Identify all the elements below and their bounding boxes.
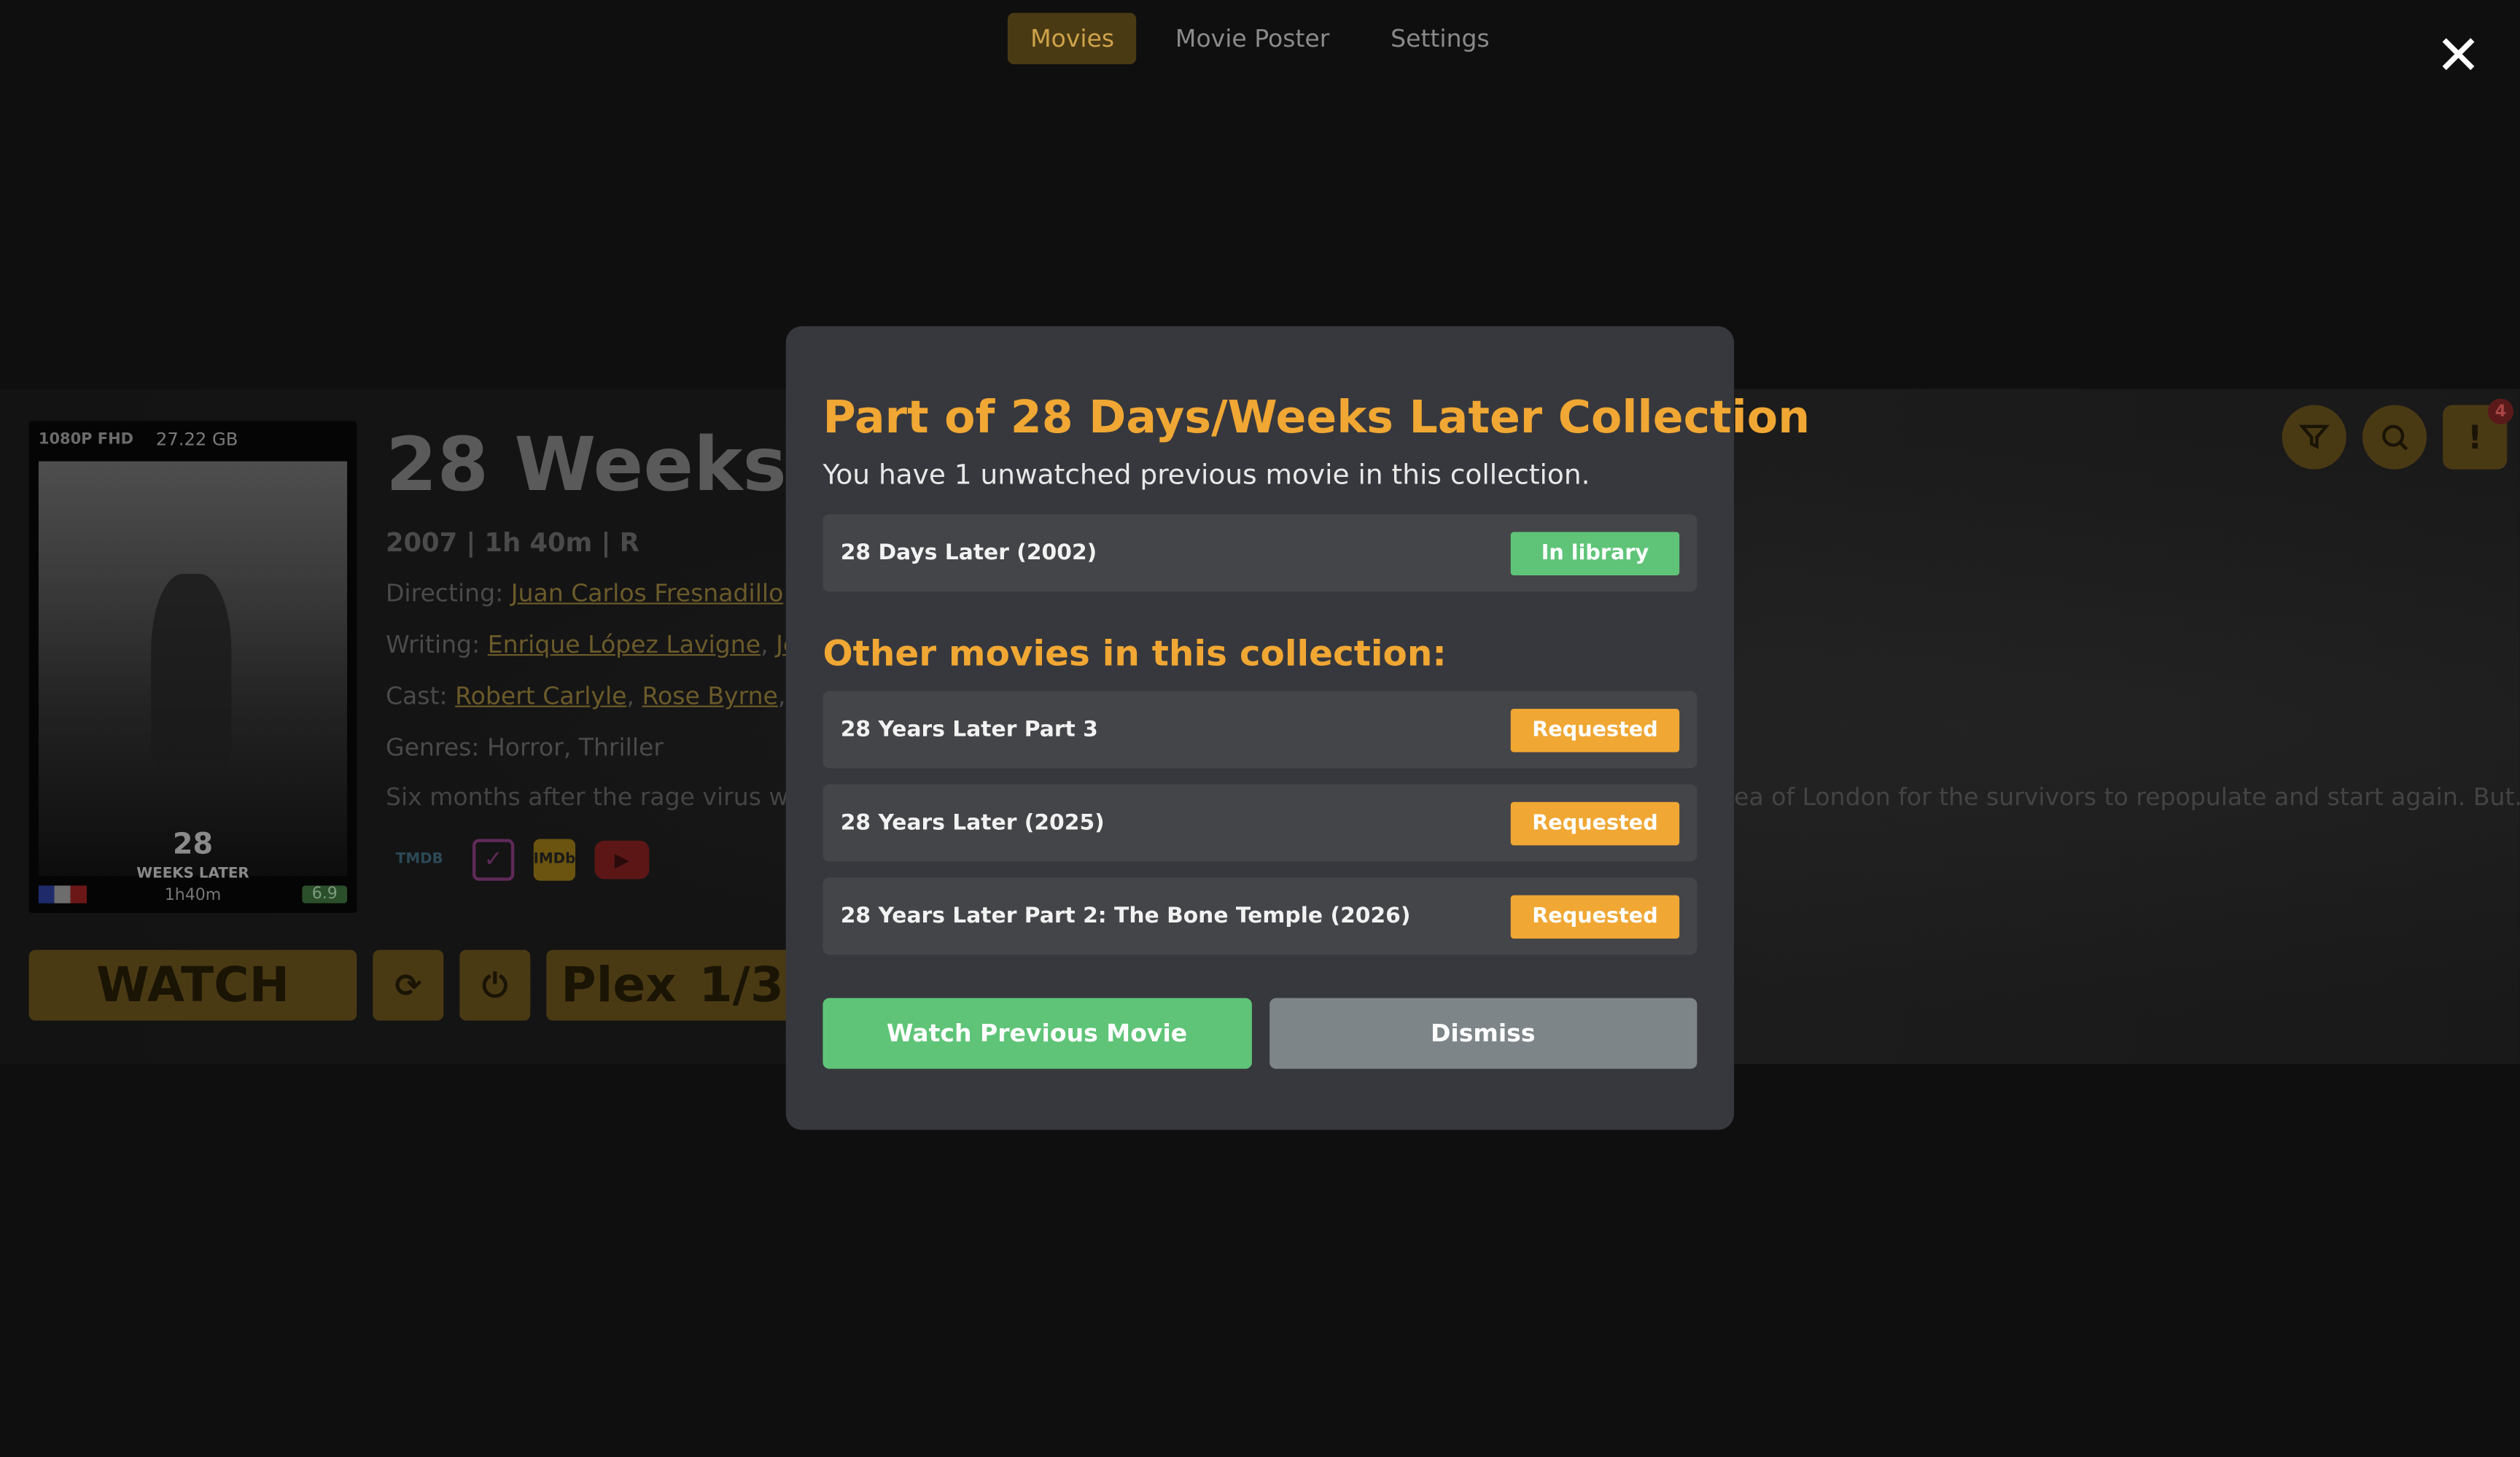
rating-badge: 6.9 (302, 885, 348, 904)
checkbox-icon[interactable]: ✓ (472, 839, 515, 881)
watch-button[interactable]: WATCH (28, 949, 357, 1021)
status-badge: Requested (1510, 707, 1680, 752)
cast-line: Cast: Robert Carlyle, Rose Byrne, Je (386, 681, 815, 710)
modal-actions: Watch Previous Movie Dismiss (822, 998, 1698, 1069)
top-nav: Movies Movie Poster Settings (0, 12, 2520, 65)
youtube-icon[interactable]: ▶ (594, 840, 650, 879)
movie-poster[interactable]: 1080P FHD 27.22 GB 28 WEEKS LATER 1h40m … (28, 421, 357, 913)
poster-info: 1080P FHD 27.22 GB (39, 429, 347, 450)
poster-title-number: 28 (172, 828, 214, 862)
filter-icon[interactable] (2282, 405, 2346, 470)
notifications-icon[interactable]: ! 4 (2443, 398, 2514, 470)
tab-settings[interactable]: Settings (1368, 13, 1512, 65)
search-icon[interactable] (2362, 405, 2427, 470)
director-link[interactable]: Juan Carlos Fresnadillo (511, 578, 784, 607)
action-bar: WATCH ⟳ ⏻ Plex 1/3 (28, 949, 804, 1021)
collection-modal: Part of 28 Days/Weeks Later Collection Y… (785, 326, 1811, 1130)
synopsis-right: ea of London for the survivors to repopu… (1734, 782, 2520, 812)
cast-label: Cast: (385, 681, 448, 711)
close-icon[interactable]: ✕ (2435, 29, 2481, 84)
directing-line: Directing: Juan Carlos Fresnadillo (386, 578, 783, 607)
power-icon[interactable]: ⏻ (459, 949, 531, 1021)
movie-name: 28 Years Later (2025) (840, 809, 1105, 836)
modal-title: Part of 28 Days/Weeks Later Collection (822, 390, 1811, 444)
status-badge: In library (1510, 531, 1680, 575)
list-item: 28 Days Later (2002) In library (822, 514, 1698, 592)
notification-badge: 4 (2487, 398, 2514, 424)
genres-line: Genres: Horror, Thriller (385, 733, 664, 762)
poster-image (38, 461, 348, 877)
cast-link-1[interactable]: Robert Carlyle (455, 681, 626, 710)
status-badge: Requested (1510, 801, 1680, 845)
plex-label: Plex (561, 957, 677, 1014)
movie-name: 28 Days Later (2002) (840, 540, 1097, 566)
synopsis-left: Six months after the rage virus was (385, 782, 816, 812)
list-item: 28 Years Later Part 3 Requested (822, 691, 1698, 769)
movie-meta: 2007 | 1h 40m | R (385, 527, 639, 558)
movie-name: 28 Years Later Part 2: The Bone Temple (… (840, 903, 1411, 929)
directing-label: Directing: (385, 578, 504, 608)
writing-line: Writing: Enrique López Lavigne, Je (386, 630, 798, 659)
tab-movies[interactable]: Movies (1008, 12, 1138, 65)
cast-link-2[interactable]: Rose Byrne (642, 681, 778, 710)
imdb-icon[interactable]: IMDb (533, 839, 575, 881)
writer-link[interactable]: Enrique López Lavigne (488, 630, 761, 659)
plex-button[interactable]: Plex 1/3 (546, 949, 804, 1021)
tab-movie-poster[interactable]: Movie Poster (1153, 13, 1352, 65)
status-badge: Requested (1510, 894, 1680, 939)
tmdb-icon[interactable]: TMDB (386, 839, 454, 880)
writing-label: Writing: (385, 629, 481, 659)
refresh-icon[interactable]: ⟳ (373, 949, 444, 1021)
other-movies-heading: Other movies in this collection: (822, 634, 1447, 675)
top-right-icons: ! 4 (2282, 398, 2514, 470)
movie-name: 28 Years Later Part 3 (840, 716, 1098, 743)
resolution-label: 1080P FHD (38, 430, 134, 448)
dismiss-button[interactable]: Dismiss (1269, 998, 1698, 1069)
list-item: 28 Years Later (2025) Requested (822, 784, 1698, 862)
plex-count: 1/3 (699, 957, 784, 1014)
watch-previous-button[interactable]: Watch Previous Movie (822, 998, 1251, 1069)
app-root: Movies Movie Poster Settings ✕ 1080P FHD… (0, 0, 2520, 1457)
file-size: 27.22 GB (155, 429, 238, 451)
external-links: TMDB ✓ IMDb ▶ (386, 839, 650, 881)
poster-title-text: WEEKS LATER (136, 866, 249, 882)
list-item: 28 Years Later Part 2: The Bone Temple (… (822, 877, 1698, 955)
modal-subtitle: You have 1 unwatched previous movie in t… (822, 459, 1590, 492)
flag-icon (38, 885, 88, 904)
